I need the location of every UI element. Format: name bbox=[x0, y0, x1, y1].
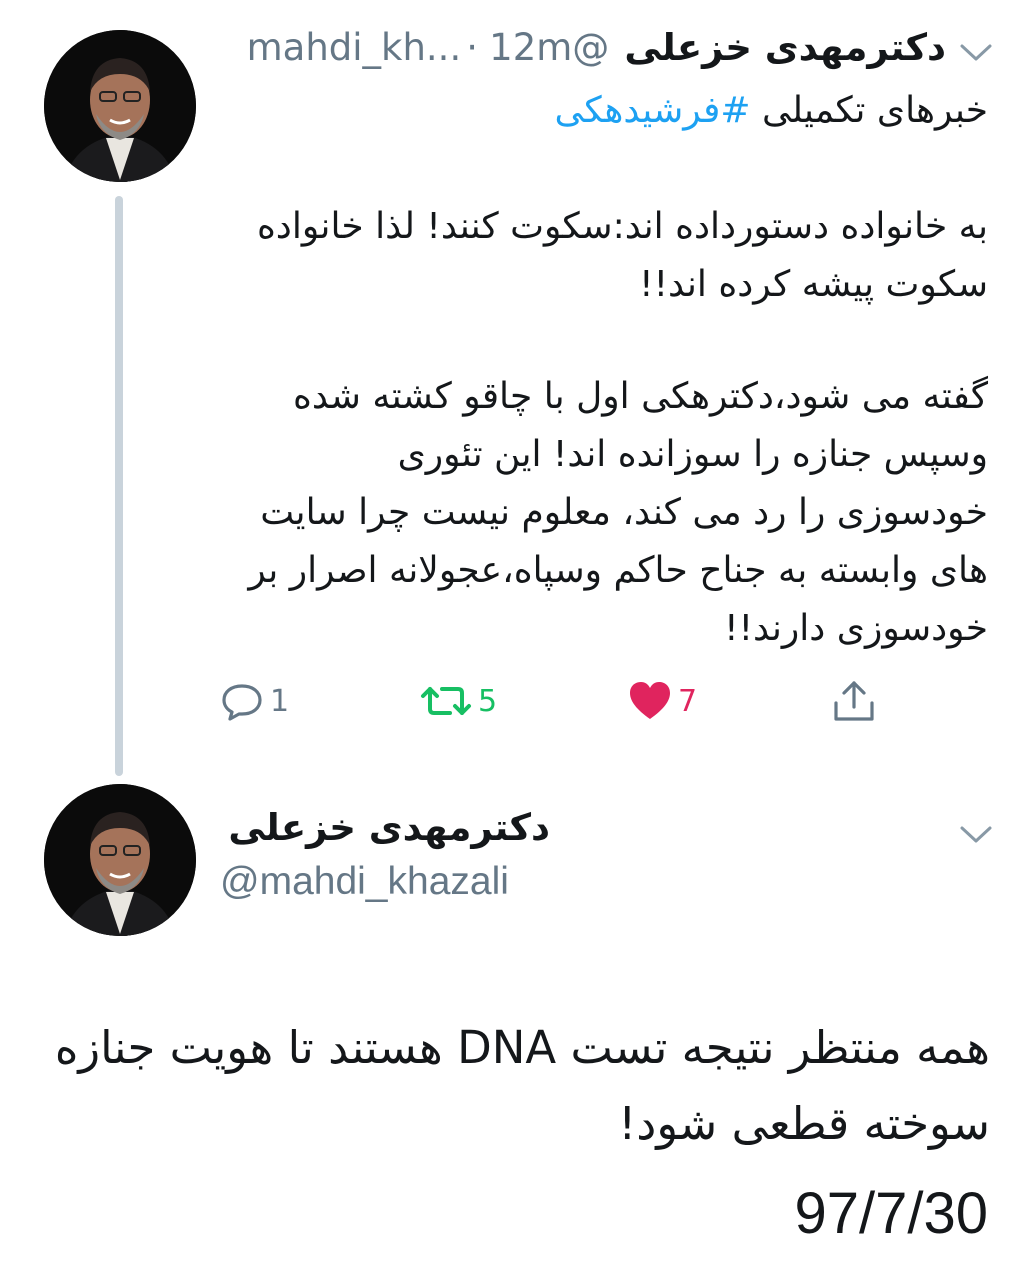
chevron-down-icon[interactable] bbox=[958, 822, 994, 846]
timestamp[interactable]: 12m bbox=[489, 26, 572, 69]
tweet-header: دکترمهدی خزعلی @mahdi_kh... · 12m bbox=[206, 26, 946, 82]
retweet-button[interactable]: 5 bbox=[420, 676, 497, 726]
intro-text: خبرهای تکمیلی bbox=[750, 90, 988, 131]
avatar[interactable] bbox=[44, 30, 196, 182]
tweet-body: همه منتظر نتیجه تست DNA هستند تا هویت جن… bbox=[54, 1021, 990, 1150]
retweet-count: 5 bbox=[478, 683, 498, 719]
tweet-intro: خبرهای تکمیلی #فرشیدهکی bbox=[240, 82, 988, 140]
hashtag-link[interactable]: #فرشیدهکی bbox=[554, 90, 750, 131]
display-name[interactable]: دکترمهدی خزعلی bbox=[624, 26, 946, 69]
share-button[interactable] bbox=[830, 676, 878, 726]
thread-line bbox=[115, 196, 123, 776]
chevron-down-icon[interactable] bbox=[958, 40, 994, 64]
reply-button[interactable]: 1 bbox=[220, 676, 289, 726]
like-count: 7 bbox=[678, 683, 698, 719]
separator-dot: · bbox=[466, 26, 479, 69]
reply-count: 1 bbox=[270, 683, 290, 719]
share-icon bbox=[834, 681, 874, 721]
handle[interactable]: @mahdi_khazali bbox=[220, 860, 509, 904]
tweet-paragraph-2: گفته می شود،دکترهکی اول با چاقو کشته شده… bbox=[248, 376, 988, 649]
tweet-paragraph-1: به خانواده دستورداده اند:سکوت کنند! لذا … bbox=[256, 206, 988, 305]
avatar[interactable] bbox=[44, 784, 196, 936]
display-name[interactable]: دکترمهدی خزعلی bbox=[220, 806, 550, 849]
like-button[interactable]: 7 bbox=[628, 676, 697, 726]
retweet-icon bbox=[421, 687, 471, 715]
date-stamp: 97/7/30 bbox=[794, 1181, 988, 1246]
reply-icon bbox=[222, 684, 262, 721]
heart-icon bbox=[630, 682, 670, 719]
